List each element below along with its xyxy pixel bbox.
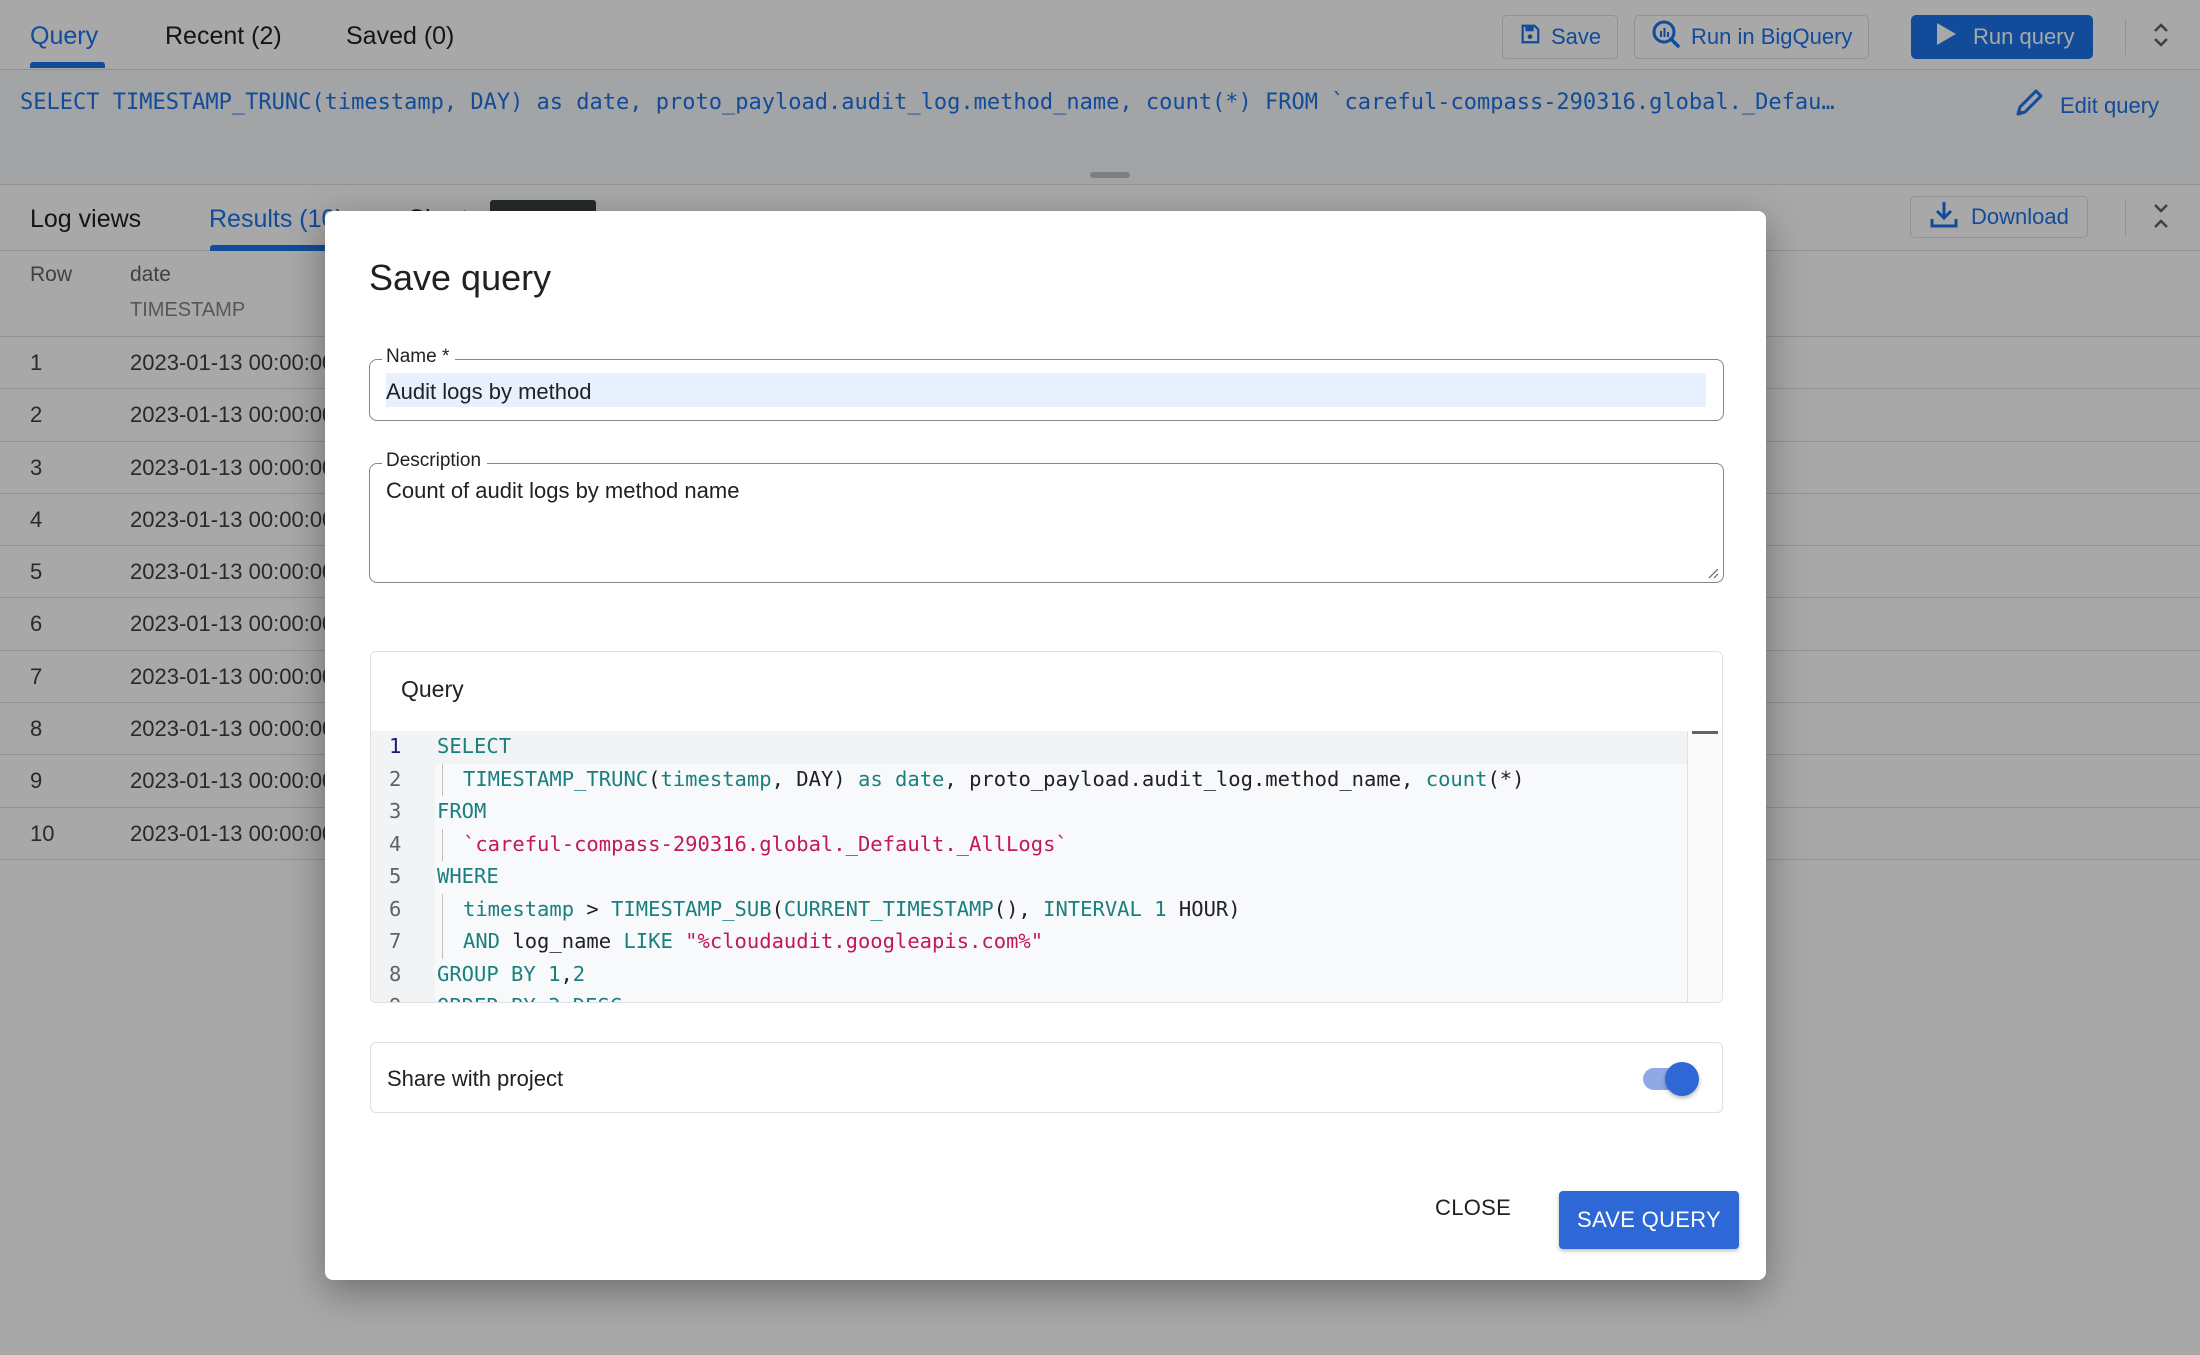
code-line[interactable]: 1 SELECT xyxy=(371,731,1687,764)
line-number: 6 xyxy=(389,896,402,921)
sql-keyword: ORDER BY xyxy=(437,994,536,1002)
sql-keyword: SELECT xyxy=(437,734,512,758)
code-line[interactable]: 9 ORDER BY 3 DESC xyxy=(371,991,1687,1002)
sql-text: ( xyxy=(648,766,661,791)
code-text: ORDER BY 3 DESC xyxy=(437,994,622,1002)
sql-keyword: GROUP BY xyxy=(437,961,536,986)
sql-text: , proto_payload.audit_log.method_name, xyxy=(944,766,1426,791)
indent-guide xyxy=(442,763,443,796)
sql-keyword: DESC xyxy=(573,994,622,1002)
description-input[interactable]: Count of audit logs by method name xyxy=(386,478,1686,568)
sql-text: > xyxy=(574,896,612,921)
code-line[interactable]: 2 TIMESTAMP_TRUNC(timestamp, DAY) as date… xyxy=(371,763,1687,796)
sql-string: "%cloudaudit.googleapis.com%" xyxy=(685,929,1044,953)
sql-number: 1 xyxy=(548,961,561,986)
indent-guide xyxy=(442,926,443,959)
indent-guide xyxy=(442,893,443,926)
line-number: 5 xyxy=(389,864,402,888)
sql-keyword: CURRENT_TIMESTAMP xyxy=(783,896,994,921)
toggle-thumb xyxy=(1665,1062,1699,1096)
sql-keyword: LIKE xyxy=(623,929,673,953)
sql-number: 2 xyxy=(572,961,586,986)
line-number: 4 xyxy=(389,831,402,856)
name-field-label: Name * xyxy=(382,346,456,368)
code-line[interactable]: 4 `careful-compass-290316.global._Default… xyxy=(371,828,1687,861)
code-line[interactable]: 5 WHERE xyxy=(371,861,1687,894)
description-field: Description Count of audit logs by metho… xyxy=(369,450,1724,583)
sql-text: (), xyxy=(993,896,1044,921)
sql-keyword: count xyxy=(1425,766,1488,791)
sql-keyword: date xyxy=(895,766,945,791)
code-text: AND log_name LIKE "%cloudaudit.googleapi… xyxy=(463,929,1043,953)
code-text: WHERE xyxy=(437,864,499,888)
line-number: 9 xyxy=(389,994,417,1002)
code-line[interactable]: 8 GROUP BY 1,2 xyxy=(371,959,1687,992)
indent-guide xyxy=(442,828,443,861)
sql-text: , xyxy=(560,961,573,986)
name-field: Name * xyxy=(369,346,1724,421)
sql-keyword: INTERVAL xyxy=(1043,896,1142,921)
share-with-project-label: Share with project xyxy=(387,1066,564,1091)
sql-keyword: timestamp xyxy=(660,766,772,791)
code-line[interactable]: 3 FROM xyxy=(371,796,1687,829)
close-button[interactable]: CLOSE xyxy=(1435,1195,1511,1221)
line-number: 1 xyxy=(389,734,402,758)
sql-string: `careful-compass-290316.global._Default.… xyxy=(463,831,1068,856)
query-section: Query 1 SELECT 2 TIMESTAMP_TRUNC(timestamp,… xyxy=(370,651,1723,1003)
sql-keyword: as xyxy=(857,766,883,791)
sql-text: (*) xyxy=(1487,766,1525,791)
sql-keyword: AND xyxy=(463,929,501,953)
line-number: 2 xyxy=(389,766,402,791)
save-query-button[interactable]: SAVE QUERY xyxy=(1559,1191,1739,1249)
share-with-project-toggle[interactable] xyxy=(1637,1061,1701,1096)
query-code-editor[interactable]: 1 SELECT 2 TIMESTAMP_TRUNC(timestamp, DAY) … xyxy=(371,731,1722,1002)
save-query-dialog: Save query Name * Description Count of a… xyxy=(325,211,1766,1280)
sql-text: , DAY) xyxy=(771,766,858,791)
line-number: 7 xyxy=(389,929,402,953)
name-input[interactable] xyxy=(386,373,1706,407)
code-text: GROUP BY 1,2 xyxy=(437,962,585,986)
code-line[interactable]: 6 timestamp > TIMESTAMP_SUB(CURRENT_TIMES… xyxy=(371,893,1687,926)
sql-number: 3 xyxy=(548,994,560,1002)
sql-keyword: FROM xyxy=(437,799,487,823)
resize-grip-icon[interactable] xyxy=(1707,566,1719,579)
code-text: TIMESTAMP_TRUNC(timestamp, DAY) as date,… xyxy=(463,767,1524,791)
description-field-label: Description xyxy=(382,450,488,472)
sql-text: HOUR) xyxy=(1166,896,1241,921)
code-text: timestamp > TIMESTAMP_SUB(CURRENT_TIMEST… xyxy=(463,897,1241,921)
sql-keyword: timestamp xyxy=(463,896,575,921)
code-text: SELECT xyxy=(437,734,511,758)
sql-keyword: WHERE xyxy=(437,864,499,888)
code-text: FROM xyxy=(437,799,486,823)
share-with-project-row: Share with project xyxy=(370,1042,1723,1113)
code-text: `careful-compass-290316.global._Default.… xyxy=(463,832,1068,856)
sql-number: 1 xyxy=(1154,896,1167,921)
code-scrollbar-thumb[interactable] xyxy=(1692,731,1718,734)
line-number: 8 xyxy=(389,961,402,986)
code-scrollbar[interactable] xyxy=(1687,731,1722,1002)
query-section-title: Query xyxy=(401,676,464,702)
sql-text: log_name xyxy=(500,929,624,953)
dialog-title: Save query xyxy=(369,257,552,298)
line-number: 3 xyxy=(389,799,402,823)
sql-keyword: TIMESTAMP_SUB xyxy=(611,896,772,921)
sql-text: ( xyxy=(771,896,784,921)
sql-keyword: TIMESTAMP_TRUNC xyxy=(463,766,649,791)
code-line[interactable]: 7 AND log_name LIKE "%cloudaudit.googleap… xyxy=(371,926,1687,959)
